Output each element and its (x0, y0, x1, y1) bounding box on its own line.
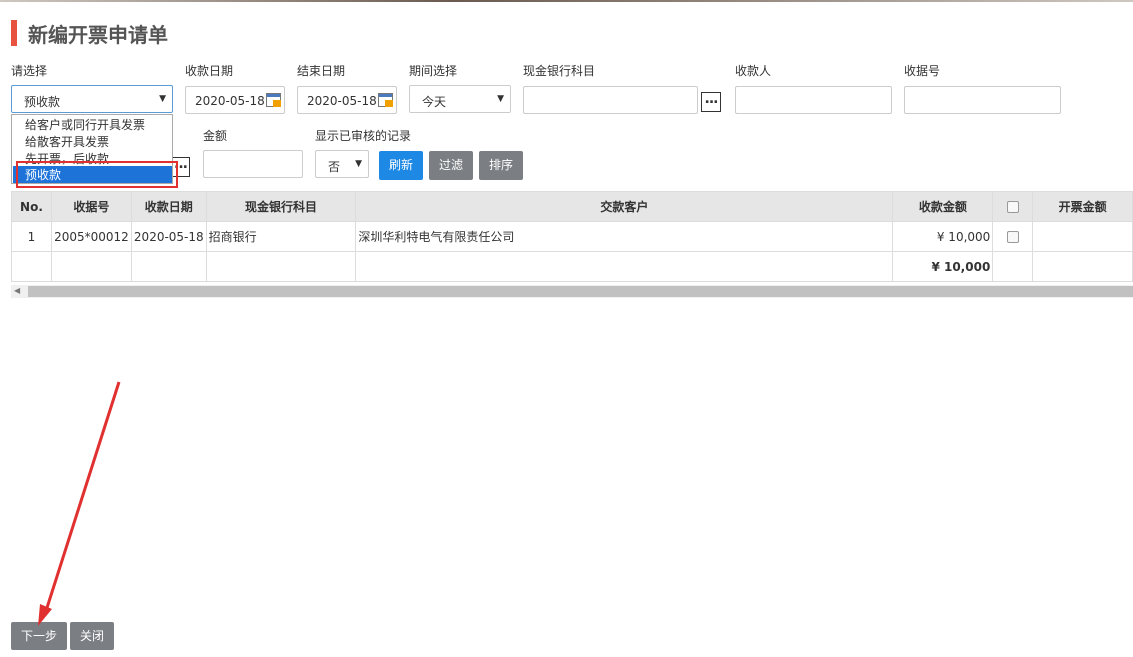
arrow-annotation-icon (38, 381, 121, 626)
